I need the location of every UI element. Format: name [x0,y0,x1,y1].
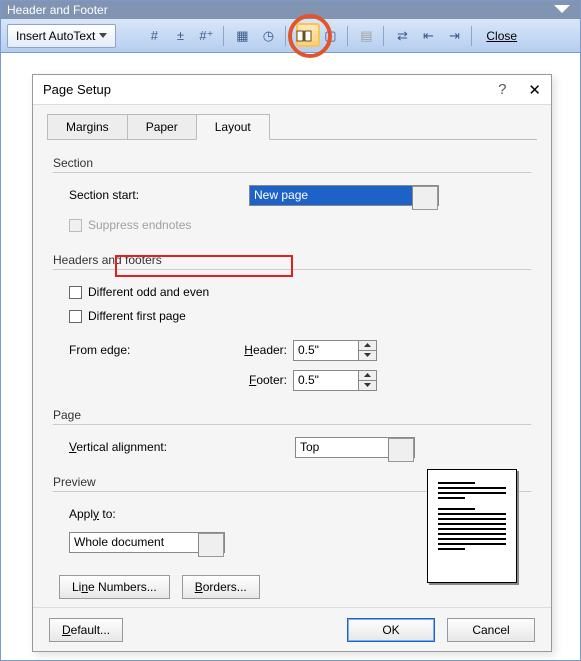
different-odd-even-checkbox[interactable] [69,286,82,299]
section-start-value: New page [250,186,412,205]
insert-autotext-label: Insert AutoText [16,29,95,43]
footer-label: Footer: [233,373,287,387]
tab-layout[interactable]: Layout [196,114,270,140]
show-hide-document-text-icon[interactable]: ▢ [320,26,340,46]
spin-down-icon[interactable] [359,381,376,390]
toolbar-icon-group: # ± #⁺ ▦ ◷ ▢ ▤ ⇄ ⇤ ⇥ Close [144,26,517,46]
tab-margins[interactable]: Margins [47,114,128,140]
vertical-alignment-label: Vertical alignment: [69,440,295,454]
section-group-label: Section [53,156,531,170]
toolbar-title-bar: Header and Footer [1,1,580,19]
page-setup-dialog: Page Setup ? ✕ Margins Paper Layout Sect… [32,74,552,652]
headers-footers-group-label: Headers and footers [53,253,531,267]
spin-down-icon[interactable] [359,351,376,360]
collapse-triangle-icon[interactable] [554,5,570,13]
insert-autotext-button[interactable]: Insert AutoText [7,24,116,48]
layout-tab-panel: Section Section start: New page Suppress… [47,139,537,609]
open-book-icon [296,28,312,44]
vertical-alignment-value: Top [296,438,388,457]
chevron-down-icon[interactable] [388,438,414,462]
dialog-title: Page Setup [43,82,111,97]
line-numbers-button[interactable]: Line Numbers... [59,575,170,599]
spin-up-icon[interactable] [359,371,376,381]
footer-distance-spinner[interactable] [293,370,377,391]
insert-number-of-pages-icon[interactable]: ± [170,26,190,46]
apply-to-label: Apply to: [69,507,116,521]
different-first-page-checkbox[interactable] [69,310,82,323]
suppress-endnotes-checkbox [69,219,82,232]
section-start-label: Section start: [69,188,249,202]
page-setup-icon[interactable] [294,26,314,46]
close-button[interactable]: ✕ [528,81,541,99]
format-page-number-icon[interactable]: #⁺ [196,26,216,46]
section-start-combo[interactable]: New page [249,185,439,206]
switch-header-footer-icon[interactable]: ⇄ [392,26,412,46]
page-preview [427,469,517,583]
separator [347,26,349,46]
separator [383,26,385,46]
show-next-icon[interactable]: ⇥ [444,26,464,46]
tab-strip: Margins Paper Layout [47,114,551,140]
separator [223,26,225,46]
different-first-page-label: Different first page [88,309,186,323]
suppress-endnotes-label: Suppress endnotes [88,218,191,232]
header-label: Header: [233,343,287,357]
header-footer-toolbar: Insert AutoText # ± #⁺ ▦ ◷ ▢ ▤ ⇄ ⇤ ⇥ Clo… [1,19,580,53]
cancel-button[interactable]: Cancel [447,618,535,642]
tab-paper[interactable]: Paper [127,114,197,140]
header-distance-input[interactable] [294,341,358,360]
same-as-previous-icon: ▤ [356,26,376,46]
apply-to-value: Whole document [70,533,198,552]
chevron-down-icon [99,33,107,39]
apply-to-combo[interactable]: Whole document [69,532,225,553]
header-distance-spinner[interactable] [293,340,377,361]
close-toolbar-button[interactable]: Close [486,29,517,43]
toolbar-title: Header and Footer [7,3,108,17]
spin-up-icon[interactable] [359,341,376,351]
chevron-down-icon[interactable] [198,533,224,557]
help-button[interactable]: ? [498,81,506,98]
default-button[interactable]: Default... [49,618,123,642]
vertical-alignment-combo[interactable]: Top [295,437,415,458]
from-edge-label: From edge: [69,343,233,357]
ok-button[interactable]: OK [347,618,435,642]
show-previous-icon[interactable]: ⇤ [418,26,438,46]
dialog-button-bar: Default... OK Cancel [33,607,551,651]
insert-page-number-icon[interactable]: # [144,26,164,46]
page-group-label: Page [53,408,531,422]
insert-time-icon[interactable]: ◷ [258,26,278,46]
dialog-title-bar: Page Setup ? ✕ [33,75,551,105]
separator [285,26,287,46]
separator [471,26,473,46]
footer-distance-input[interactable] [294,371,358,390]
insert-date-icon[interactable]: ▦ [232,26,252,46]
borders-button[interactable]: Borders... [182,575,260,599]
chevron-down-icon[interactable] [412,186,438,210]
different-odd-even-label: Different odd and even [88,285,209,299]
